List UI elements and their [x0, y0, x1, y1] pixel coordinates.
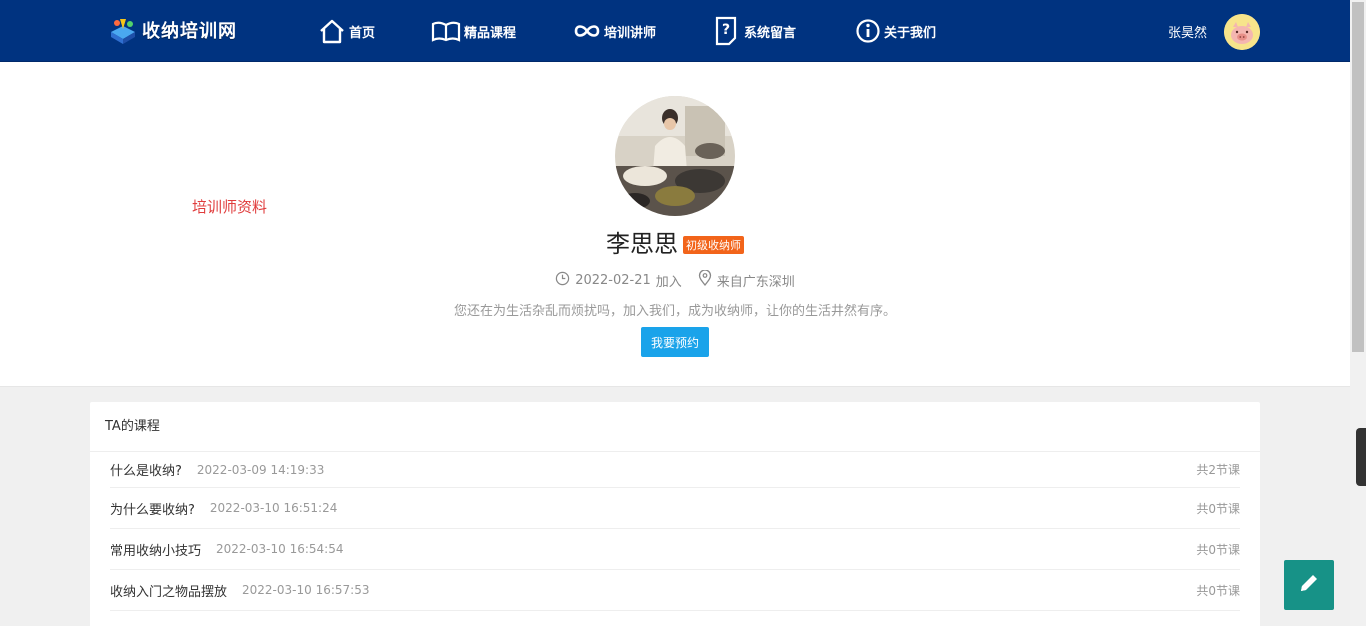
trainer-profile: 培训师资料 李思思 初级收纳师 2022-02-21 加入 来自广东深圳 您还在…: [0, 62, 1350, 387]
course-count: 共2节课: [1196, 463, 1240, 477]
nav-label: 精品课程: [464, 25, 517, 41]
nav-label: 关于我们: [884, 25, 937, 41]
side-widget-handle[interactable]: [1356, 428, 1366, 486]
nav-label: 系统留言: [744, 25, 797, 41]
course-count: 共0节课: [1196, 501, 1240, 516]
edit-button[interactable]: [1284, 560, 1334, 610]
home-icon: [318, 18, 346, 44]
question-icon: ?: [713, 16, 741, 46]
course-item[interactable]: 为什么要收纳? 2022-03-10 16:51:24 共0节课: [110, 488, 1240, 529]
location-pin-icon: [698, 269, 717, 290]
course-title[interactable]: 常用收纳小技巧: [110, 540, 201, 559]
course-title[interactable]: 收纳入门之物品摆放: [110, 581, 227, 600]
course-item[interactable]: 什么是收纳? 2022-03-09 14:19:33 共2节课: [110, 452, 1240, 488]
logo-icon: [108, 15, 138, 45]
name-row: 李思思 初级收纳师: [0, 224, 1350, 259]
infinity-icon: [573, 22, 601, 40]
course-time: 2022-03-10 16:57:53: [242, 583, 370, 597]
info-icon: [855, 18, 881, 44]
book-icon: [431, 19, 461, 43]
book-button[interactable]: 我要预约: [641, 327, 709, 357]
trainer-name: 李思思: [606, 230, 678, 258]
course-list: 什么是收纳? 2022-03-09 14:19:33 共2节课 为什么要收纳? …: [110, 452, 1240, 611]
svg-text:?: ?: [722, 22, 730, 38]
location-value: 来自广东深圳: [716, 274, 795, 290]
course-time: 2022-03-10 16:51:24: [209, 501, 338, 515]
nav-label: 培训讲师: [604, 25, 657, 41]
course-title[interactable]: 为什么要收纳?: [110, 499, 195, 518]
nav-home[interactable]: 首页: [318, 0, 375, 62]
user-avatar[interactable]: [1224, 14, 1260, 50]
nav-about[interactable]: 关于我们: [855, 0, 936, 62]
top-navbar: 收纳培训网 首页 精品课程 培训讲师 ? 系统留言 关于我们 张昊然: [0, 0, 1350, 62]
course-count: 共0节课: [1196, 583, 1240, 598]
course-count: 共0节课: [1196, 542, 1240, 557]
join-date: 2022-02-21 加入: [555, 271, 682, 290]
site-logo[interactable]: 收纳培训网: [108, 14, 237, 46]
level-badge: 初级收纳师: [683, 235, 744, 254]
courses-title: TA的课程: [90, 402, 1260, 452]
course-item[interactable]: 收纳入门之物品摆放 2022-03-10 16:57:53 共0节课: [110, 570, 1240, 611]
course-time: 2022-03-09 14:19:33: [196, 462, 325, 477]
meta-row: 2022-02-21 加入 来自广东深圳: [0, 269, 1350, 290]
nav-messages[interactable]: ? 系统留言: [713, 0, 796, 62]
location: 来自广东深圳: [698, 269, 795, 290]
user-name[interactable]: 张昊然: [1168, 22, 1207, 41]
course-time: 2022-03-10 16:54:54: [216, 542, 344, 556]
course-item[interactable]: 常用收纳小技巧 2022-03-10 16:54:54 共0节课: [110, 529, 1240, 570]
nav-trainers[interactable]: 培训讲师: [573, 0, 656, 62]
nav-courses[interactable]: 精品课程: [431, 0, 516, 62]
clock-icon: [555, 271, 575, 290]
section-label: 培训师资料: [192, 198, 268, 216]
brand-name: 收纳培训网: [142, 21, 237, 42]
trainer-intro: 您还在为生活杂乱而烦扰吗，加入我们，成为收纳师，让你的生活井然有序。: [453, 304, 896, 319]
nav-label: 首页: [349, 25, 376, 41]
scrollbar-thumb[interactable]: [1352, 2, 1364, 352]
trainer-avatar: [615, 96, 735, 216]
course-title[interactable]: 什么是收纳?: [110, 460, 182, 479]
join-date-value: 2022-02-21: [575, 272, 651, 288]
courses-panel: TA的课程 什么是收纳? 2022-03-09 14:19:33 共2节课 为什…: [90, 402, 1260, 626]
join-suffix: 加入: [655, 274, 682, 290]
pencil-icon: [1298, 572, 1320, 598]
